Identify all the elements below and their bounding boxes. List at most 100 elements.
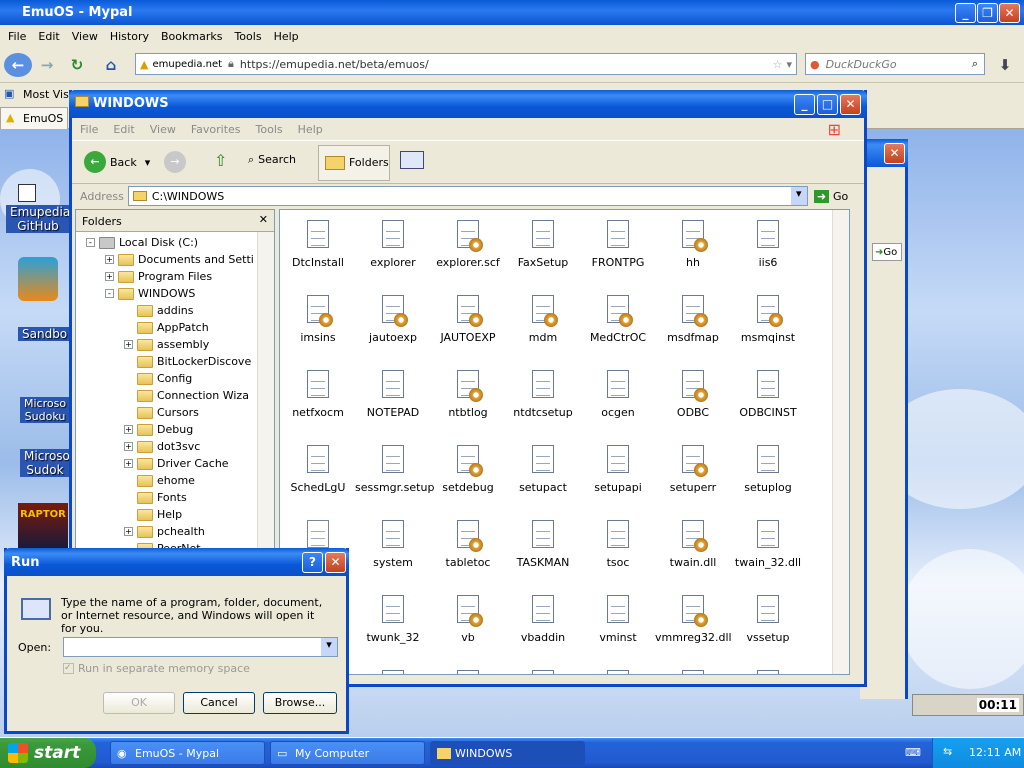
menu-history[interactable]: History (104, 30, 155, 43)
browser-minimize-button[interactable]: _ (955, 3, 976, 23)
file-item[interactable]: explorer (355, 218, 431, 269)
back-button[interactable]: ← Back ▾ (84, 151, 150, 173)
download-icon[interactable]: ⬇ (992, 53, 1018, 77)
open-dropdown-icon[interactable]: ▾ (321, 638, 337, 656)
expand-icon[interactable]: - (86, 238, 95, 247)
expand-icon[interactable]: + (105, 255, 114, 264)
file-item[interactable]: imsins (280, 293, 356, 344)
tree-item[interactable]: Connection Wiza (124, 387, 249, 404)
explorer-minimize-button[interactable]: _ (794, 94, 815, 115)
tree-item[interactable]: + Driver Cache (124, 455, 229, 472)
file-item[interactable]: FRONTPG (580, 218, 656, 269)
go-button[interactable]: ➜ Go (813, 189, 848, 203)
forward-arrow-icon[interactable]: → (34, 53, 60, 77)
explorer-menu-view[interactable]: View (150, 123, 176, 136)
file-item[interactable]: setdebug (430, 443, 506, 494)
file-item[interactable]: NOTEPAD (355, 368, 431, 419)
file-item[interactable]: setuperr (655, 443, 731, 494)
tree-item[interactable]: Fonts (124, 489, 187, 506)
search-input[interactable]: DuckDuckGo (826, 58, 897, 71)
file-item[interactable]: explorer.scf (430, 218, 506, 269)
keyboard-icon[interactable]: ⌨ (905, 746, 921, 759)
file-item[interactable]: JAUTOEXP (430, 293, 506, 344)
file-item[interactable]: sessmgr.setup (355, 443, 434, 494)
file-item[interactable]: TASKMAN (505, 518, 581, 569)
explorer-menu-file[interactable]: File (80, 123, 98, 136)
file-item[interactable]: netfxocm (280, 368, 356, 419)
search-bar[interactable]: ● DuckDuckGo ⌕ (805, 53, 985, 75)
bookmark-most-visited[interactable]: Most Visi (23, 88, 72, 101)
tree-item[interactable]: Cursors (124, 404, 199, 421)
tree-item[interactable]: + Documents and Setti (105, 251, 254, 268)
open-input[interactable]: ▾ (63, 637, 338, 657)
file-item[interactable]: ocgen (580, 368, 656, 419)
url-text[interactable]: https://emupedia.net/beta/emuos/ (240, 58, 429, 71)
desktop-icon-raptor[interactable]: RAPTOR (18, 503, 68, 549)
tree-item[interactable]: Config (124, 370, 192, 387)
file-item[interactable]: ntbtlog (430, 368, 506, 419)
menu-bookmarks[interactable]: Bookmarks (155, 30, 228, 43)
sandbox-icon[interactable] (18, 257, 58, 301)
task-windows[interactable]: WINDOWS (430, 741, 585, 765)
reload-icon[interactable]: ↻ (64, 53, 90, 77)
file-item[interactable]: vssetup (730, 593, 806, 644)
file-item[interactable]: twain.dll (655, 518, 731, 569)
menu-tools[interactable]: Tools (228, 30, 267, 43)
desktop-icon-sudoku-2[interactable]: Microso Sudok (20, 449, 70, 477)
desktop-icon-sudoku-1[interactable]: Microso Sudoku (20, 397, 70, 423)
file-item[interactable]: tsoc (580, 518, 656, 569)
desktop-icon-sandbox[interactable]: Sandbo (18, 327, 70, 341)
start-button[interactable]: start (0, 738, 96, 768)
run-titlebar[interactable]: Run ? ✕ (4, 548, 349, 576)
file-item[interactable]: iis6 (730, 218, 806, 269)
file-item[interactable]: tabletoc (430, 518, 506, 569)
tree-item[interactable]: ehome (124, 472, 195, 489)
run-close-button[interactable]: ✕ (325, 552, 346, 573)
explorer-menu-help[interactable]: Help (298, 123, 323, 136)
file-item[interactable] (580, 668, 656, 674)
memory-space-checkbox[interactable]: ✓ Run in separate memory space (63, 662, 250, 675)
forward-arrow-icon[interactable]: → (164, 151, 186, 173)
menu-edit[interactable]: Edit (32, 30, 65, 43)
background-window[interactable]: ✕ ➜Go (860, 139, 908, 699)
expand-icon[interactable]: + (124, 442, 133, 451)
url-dropdown-icon[interactable]: ▾ (786, 58, 792, 71)
back-arrow-icon[interactable]: ← (4, 53, 32, 77)
explorer-titlebar[interactable]: WINDOWS _ □ ✕ (69, 90, 867, 118)
explorer-maximize-button[interactable]: □ (817, 94, 838, 115)
explorer-close-button[interactable]: ✕ (840, 94, 861, 115)
expand-icon[interactable]: + (124, 459, 133, 468)
views-icon[interactable] (400, 151, 424, 169)
task-my-computer[interactable]: ▭ My Computer (270, 741, 425, 765)
folders-button[interactable]: Folders (318, 145, 390, 181)
home-icon[interactable]: ⌂ (98, 53, 124, 77)
expand-icon[interactable]: + (124, 340, 133, 349)
file-item[interactable] (505, 668, 581, 674)
file-item[interactable]: MedCtrOC (580, 293, 656, 344)
up-folder-icon[interactable]: ⇧ (214, 151, 227, 170)
background-go-button[interactable]: ➜Go (872, 243, 902, 261)
tab-emuos[interactable]: ▲ EmuOS (0, 107, 68, 129)
file-item[interactable]: hh (655, 218, 731, 269)
file-item[interactable]: SchedLgU (280, 443, 356, 494)
tree-item[interactable]: BitLockerDiscove (124, 353, 251, 370)
tree-item[interactable]: + Program Files (105, 268, 212, 285)
file-item[interactable]: mdm (505, 293, 581, 344)
tree-item[interactable]: addins (124, 302, 193, 319)
file-item[interactable]: FaxSetup (505, 218, 581, 269)
menu-help[interactable]: Help (268, 30, 305, 43)
file-item[interactable]: vbaddin (505, 593, 581, 644)
tree-item[interactable]: + Debug (124, 421, 193, 438)
expand-icon[interactable]: + (124, 425, 133, 434)
file-item[interactable]: msmqinst (730, 293, 806, 344)
explorer-menu-tools[interactable]: Tools (256, 123, 283, 136)
file-item[interactable]: DtcInstall (280, 218, 356, 269)
browser-restore-button[interactable]: ❐ (977, 3, 998, 23)
file-item[interactable]: system (355, 518, 431, 569)
file-item[interactable] (730, 668, 806, 674)
network-icon[interactable]: ⇆ (943, 745, 952, 758)
file-item[interactable]: ntdtcsetup (505, 368, 581, 419)
bookmark-star-icon[interactable]: ☆ (773, 58, 783, 71)
task-emuos-mypal[interactable]: ◉ EmuOS - Mypal (110, 741, 265, 765)
browser-close-button[interactable]: ✕ (999, 3, 1020, 23)
